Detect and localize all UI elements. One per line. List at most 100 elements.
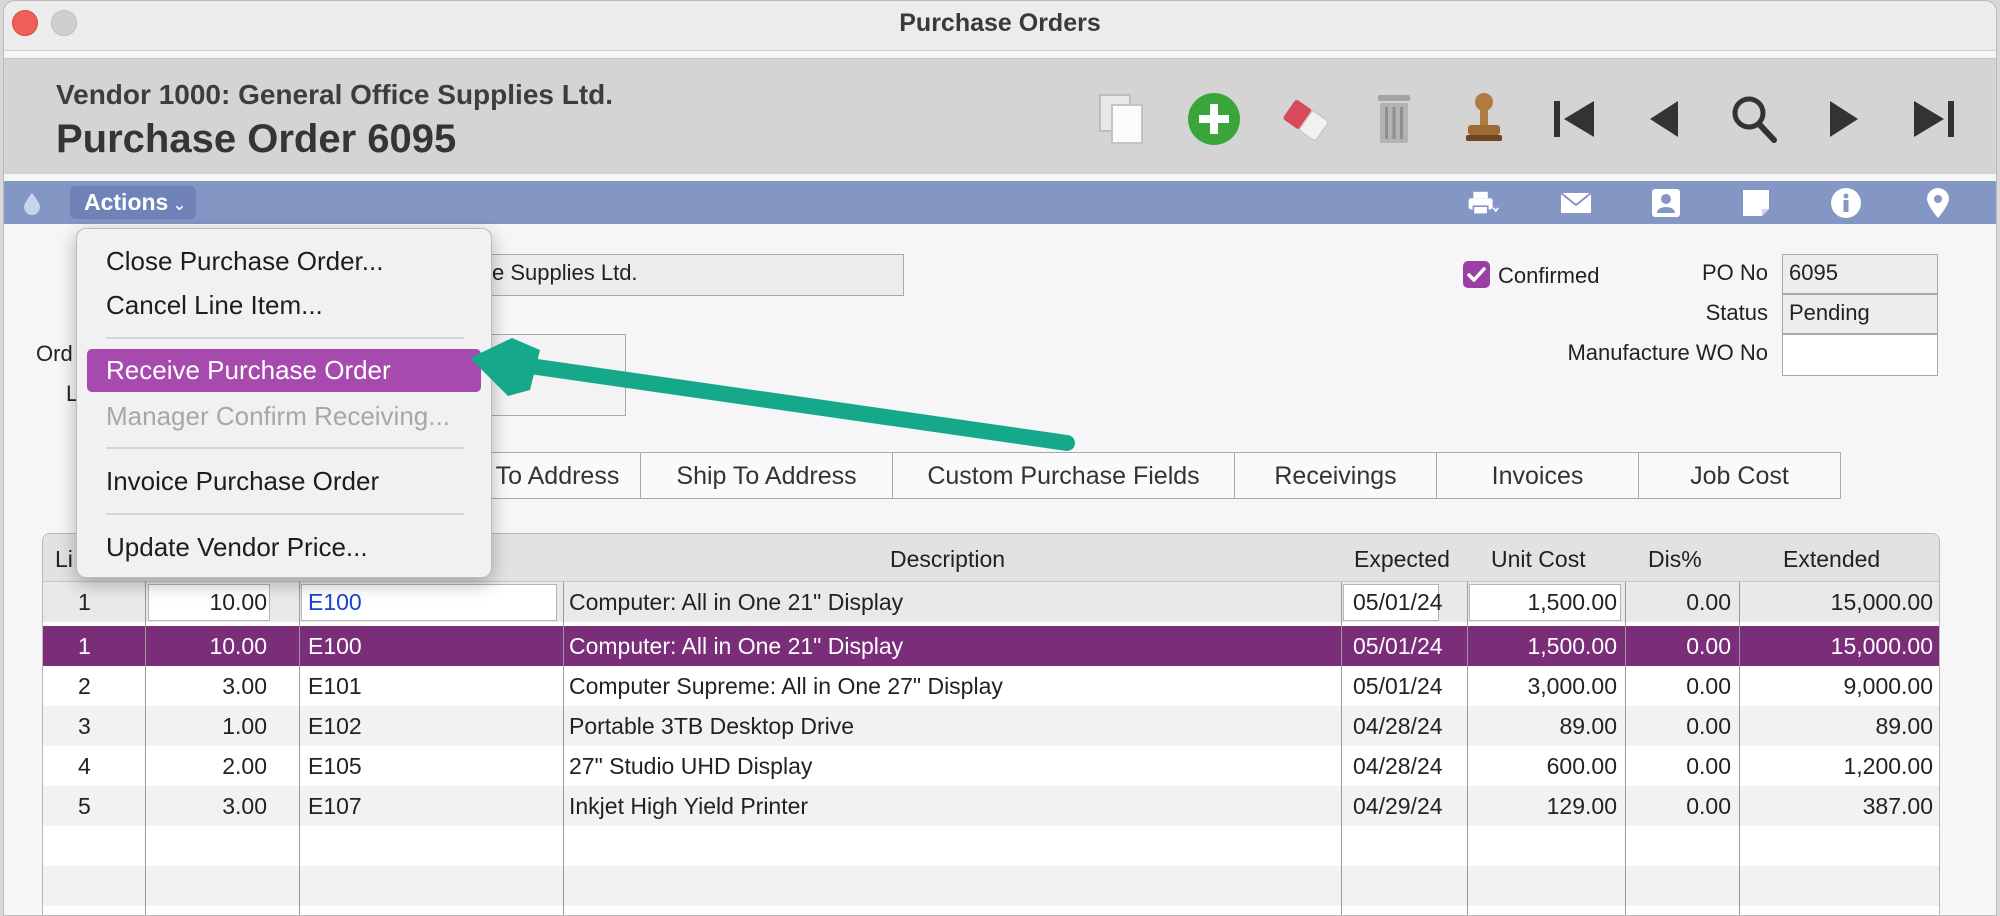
edit-expected: 05/01/24 [1353,589,1443,615]
row-dis: 0.00 [1686,673,1731,699]
row-extended: 15,000.00 [1830,633,1933,659]
edit-description: Computer: All in One 21" Display [569,589,904,615]
header-unit-cost: Unit Cost [1491,546,1586,572]
purchase-orders-window: Purchase Orders Vendor 1000: General Off… [3,0,1997,916]
column-divider [299,582,300,915]
edit-item-link[interactable]: E100 [308,589,362,616]
row-qty: 10.00 [209,633,267,659]
column-divider [1341,582,1342,915]
header-description: Description [890,546,1006,572]
info-icon[interactable] [1830,187,1862,219]
add-icon[interactable] [1184,89,1244,149]
column-divider [145,582,146,915]
actions-dropdown-menu: Close Purchase Order... Cancel Line Item… [76,228,492,578]
po-no-label: PO No [1701,260,1768,285]
header-dis: Dis% [1648,546,1702,572]
next-record-icon[interactable] [1814,89,1874,149]
trash-icon[interactable] [1364,89,1424,149]
last-record-icon[interactable] [1904,89,1964,149]
title-bar: Purchase Orders [4,1,1996,51]
row-description: Inkjet High Yield Printer [569,793,809,819]
column-divider [1625,582,1626,915]
menu-item-update-vendor-price[interactable]: Update Vendor Price... [106,532,368,563]
row-expected: 04/28/24 [1353,713,1443,739]
tab-invoices[interactable]: Invoices [1436,452,1639,499]
row-item: E107 [308,793,362,819]
row-description: Computer Supreme: All in One 27" Display [569,673,1003,699]
confirmed-label: Confirmed [1498,263,1600,288]
table-row[interactable]: 2 3.00 E101 Computer Supreme: All in One… [43,666,1939,706]
row-description: Portable 3TB Desktop Drive [569,713,855,739]
row-qty: 2.00 [222,753,267,779]
row-description: Computer: All in One 21" Display [569,633,904,659]
tab-bill-to-address[interactable]: To Address [474,452,641,499]
record-header: Vendor 1000: General Office Supplies Ltd… [4,58,1996,174]
menu-item-invoice-purchase-order[interactable]: Invoice Purchase Order [106,466,379,497]
row-expected: 05/01/24 [1353,633,1443,659]
menu-item-close-purchase-order[interactable]: Close Purchase Order... [106,246,383,277]
po-no-field[interactable]: 6095 [1782,254,1938,294]
menu-item-cancel-line-item[interactable]: Cancel Line Item... [106,290,323,321]
column-divider [1739,582,1740,915]
print-icon[interactable] [1467,187,1499,219]
row-unit-cost: 129.00 [1546,793,1617,819]
column-divider [1467,582,1468,915]
row-expected: 05/01/24 [1353,673,1443,699]
chevron-down-icon: ⌄ [168,197,187,214]
note-icon[interactable] [1740,187,1772,219]
header-expected: Expected [1354,546,1450,572]
menu-item-label: Receive Purchase Order [106,355,391,385]
menu-item-receive-purchase-order[interactable]: Receive Purchase Order [87,349,481,392]
stamp-icon[interactable] [1454,89,1514,149]
menu-separator [106,337,464,339]
row-line: 2 [78,673,91,699]
vendor-name-field[interactable]: ce Supplies Ltd. [474,254,904,296]
row-line: 4 [78,753,91,779]
manufacture-wo-field[interactable] [1782,334,1938,376]
empty-row [43,826,1939,866]
table-row[interactable]: 4 2.00 E105 27" Studio UHD Display 04/28… [43,746,1939,786]
actions-menu-button[interactable]: Actions ⌄ [70,186,196,219]
row-line: 3 [78,713,91,739]
edit-qty: 10.00 [209,589,267,615]
row-extended: 1,200.00 [1843,753,1933,779]
confirmed-checkbox[interactable] [1463,261,1490,288]
mail-icon[interactable] [1560,187,1592,219]
actions-label: Actions [84,189,169,215]
tab-job-cost[interactable]: Job Cost [1638,452,1841,499]
duplicate-icon[interactable] [1094,89,1154,149]
status-label: Status [1705,300,1768,325]
menu-separator [106,513,464,515]
tab-ship-to-address[interactable]: Ship To Address [640,452,893,499]
table-row[interactable]: 1 10.00 E100 Computer: All in One 21" Di… [43,626,1939,666]
edit-row: 1 10.00 E100 Computer: All in One 21" Di… [43,582,1939,622]
window-title: Purchase Orders [899,9,1101,37]
contact-icon[interactable] [1650,187,1682,219]
empty-row [43,866,1939,906]
manufacture-wo-label: Manufacture WO No [1567,340,1768,365]
row-item: E101 [308,673,362,699]
tab-receivings[interactable]: Receivings [1234,452,1437,499]
first-record-icon[interactable] [1544,89,1604,149]
previous-record-icon[interactable] [1634,89,1694,149]
search-icon[interactable] [1724,89,1784,149]
row-dis: 0.00 [1686,633,1731,659]
edit-line: 1 [78,589,91,615]
status-field[interactable]: Pending [1782,294,1938,334]
action-bar: Actions ⌄ [4,181,1996,224]
page-title: Purchase Order 6095 [56,117,457,161]
location-icon[interactable] [1922,187,1954,219]
row-unit-cost: 1,500.00 [1527,633,1617,659]
row-dis: 0.00 [1686,753,1731,779]
row-dis: 0.00 [1686,713,1731,739]
table-row[interactable]: 5 3.00 E107 Inkjet High Yield Printer 04… [43,786,1939,826]
drop-icon[interactable] [19,190,45,216]
tab-custom-purchase-fields[interactable]: Custom Purchase Fields [892,452,1235,499]
eraser-icon[interactable] [1274,89,1334,149]
row-item: E102 [308,713,362,739]
row-extended: 9,000.00 [1843,673,1933,699]
table-row[interactable]: 3 1.00 E102 Portable 3TB Desktop Drive 0… [43,706,1939,746]
row-line: 5 [78,793,91,819]
order-info-field[interactable] [474,334,626,416]
edit-extended: 15,000.00 [1830,589,1933,615]
